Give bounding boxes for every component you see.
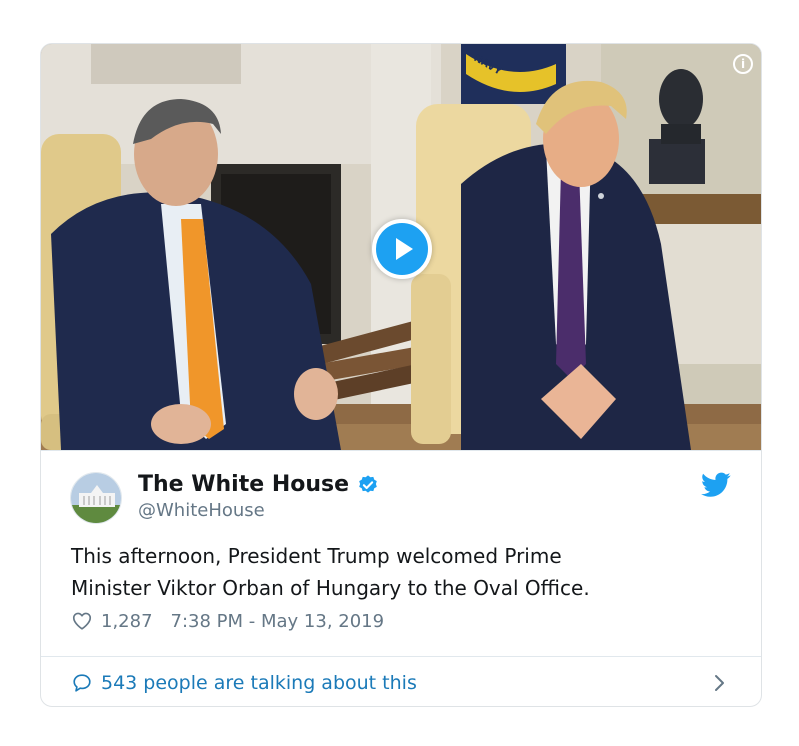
tweet-header: The White House @WhiteHouse [70, 468, 731, 524]
white-house-avatar-image [71, 473, 121, 523]
avatar[interactable] [70, 472, 122, 524]
tweet-meta: 1,287 7:38 PM - May 13, 2019 [71, 610, 384, 632]
tweet-timestamp[interactable]: 7:38 PM - May 13, 2019 [171, 611, 385, 632]
conversation-count-text[interactable]: 543 people are talking about this [101, 672, 417, 694]
like-count[interactable]: 1,287 [101, 611, 153, 632]
tweet-text: This afternoon, President Trump welcomed… [71, 544, 590, 600]
video-thumbnail[interactable]: NAVY i [41, 44, 761, 451]
author-name-row[interactable]: The White House [138, 472, 379, 497]
conversation-link[interactable]: 543 people are talking about this [41, 656, 761, 706]
author-handle[interactable]: @WhiteHouse [138, 500, 265, 521]
speech-bubble-icon [73, 674, 91, 692]
embedded-tweet-card[interactable]: NAVY i The White House @WhiteHouse This … [40, 43, 762, 707]
twitter-bird-icon[interactable] [701, 472, 731, 498]
play-icon [396, 238, 413, 260]
verified-badge-icon [359, 474, 377, 493]
chevron-right-icon[interactable] [713, 673, 727, 693]
heart-icon[interactable] [71, 610, 93, 632]
play-button[interactable] [372, 219, 432, 279]
info-icon[interactable]: i [733, 54, 753, 74]
author-display-name[interactable]: The White House [138, 472, 349, 497]
